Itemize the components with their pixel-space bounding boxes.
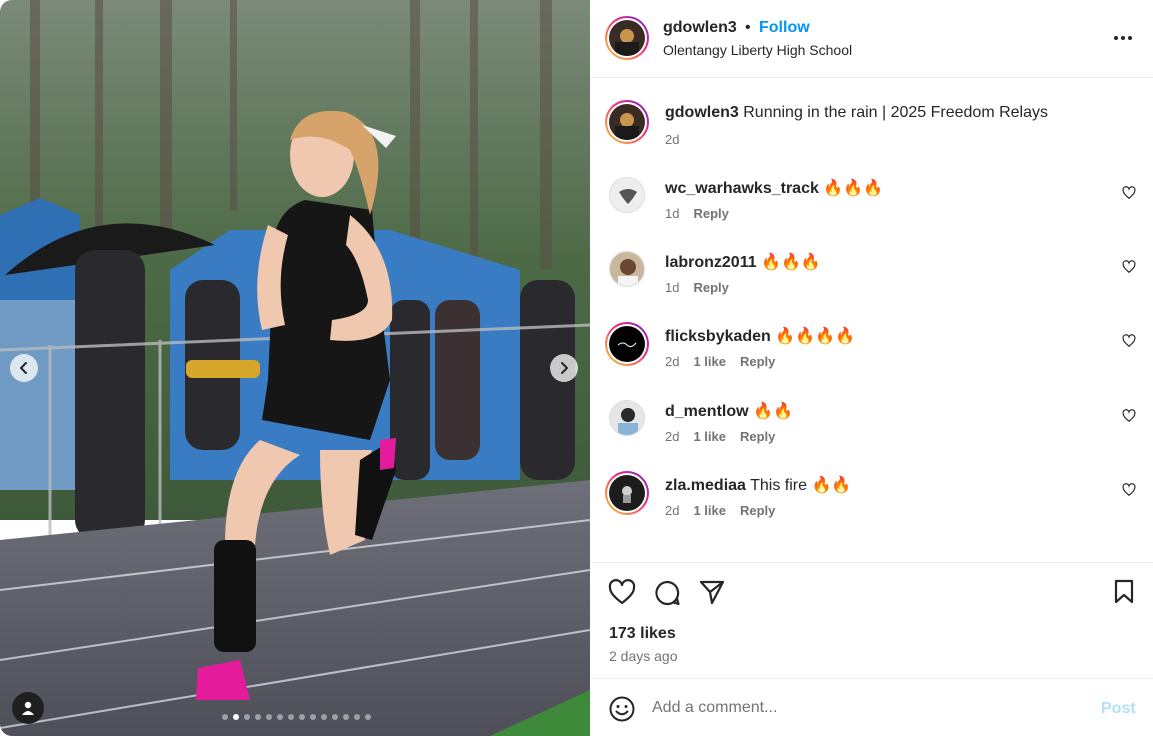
reply-button[interactable]: Reply bbox=[740, 503, 775, 518]
comment-avatar[interactable] bbox=[605, 471, 649, 515]
comment-likes-count[interactable]: 1 like bbox=[693, 503, 726, 518]
caption-body: Running in the rain | 2025 Freedom Relay… bbox=[743, 104, 1049, 121]
carousel-dot bbox=[354, 714, 360, 720]
track-runner-photo bbox=[0, 0, 590, 736]
comment-body: 🔥🔥🔥🔥 bbox=[775, 328, 855, 345]
comment-like-icon[interactable] bbox=[1122, 483, 1136, 497]
comment-body: This fire 🔥🔥 bbox=[750, 477, 852, 494]
comment-like-icon[interactable] bbox=[1122, 186, 1136, 200]
comment-row: labronz2011 🔥🔥🔥 1d Reply bbox=[590, 248, 1153, 318]
carousel-indicator bbox=[222, 714, 371, 720]
chevron-right-icon bbox=[561, 362, 568, 374]
user-icon bbox=[22, 701, 34, 715]
carousel-next-button[interactable] bbox=[550, 354, 578, 382]
post-details-panel: gdowlen3 • Follow Olentangy Liberty High… bbox=[590, 0, 1153, 736]
comment-meta: 2d 1 like Reply bbox=[665, 503, 775, 518]
post-location[interactable]: Olentangy Liberty High School bbox=[663, 42, 852, 58]
comment-time[interactable]: 2d bbox=[665, 503, 679, 518]
more-options-button[interactable] bbox=[1111, 28, 1135, 48]
comment-meta: 2d 1 like Reply bbox=[665, 354, 775, 369]
carousel-dot bbox=[321, 714, 327, 720]
caption-meta: 2d bbox=[665, 132, 679, 147]
comment-text: zla.mediaa This fire 🔥🔥 bbox=[665, 475, 851, 495]
comment-icon[interactable] bbox=[653, 579, 681, 607]
comment-row: wc_warhawks_track 🔥🔥🔥 1d Reply bbox=[590, 174, 1153, 244]
carousel-dot bbox=[266, 714, 272, 720]
caption-username[interactable]: gdowlen3 bbox=[665, 104, 739, 121]
follow-button[interactable]: Follow bbox=[759, 19, 810, 37]
caption-text: gdowlen3 Running in the rain | 2025 Free… bbox=[665, 104, 1048, 122]
comment-composer: Post bbox=[590, 678, 1153, 736]
comment-body: 🔥🔥 bbox=[753, 403, 793, 420]
comment-username[interactable]: d_mentlow bbox=[665, 403, 749, 420]
more-horizontal-icon bbox=[1114, 36, 1118, 40]
caption-avatar[interactable] bbox=[605, 100, 649, 144]
comment-username[interactable]: zla.mediaa bbox=[665, 477, 746, 494]
comment-row: flicksbykaden 🔥🔥🔥🔥 2d 1 like Reply bbox=[590, 322, 1153, 392]
comment-time[interactable]: 1d bbox=[665, 206, 679, 221]
carousel-dot bbox=[310, 714, 316, 720]
author-username[interactable]: gdowlen3 bbox=[663, 19, 737, 37]
bookmark-icon[interactable] bbox=[1113, 579, 1135, 605]
reply-button[interactable]: Reply bbox=[740, 354, 775, 369]
comment-avatar[interactable] bbox=[609, 400, 645, 436]
comment-avatar[interactable] bbox=[609, 177, 645, 213]
like-icon[interactable] bbox=[608, 579, 636, 605]
comment-like-icon[interactable] bbox=[1122, 334, 1136, 348]
comment-like-icon[interactable] bbox=[1122, 260, 1136, 274]
comment-text: flicksbykaden 🔥🔥🔥🔥 bbox=[665, 326, 855, 346]
caption-row: gdowlen3 Running in the rain | 2025 Free… bbox=[590, 100, 1153, 170]
comment-meta: 2d 1 like Reply bbox=[665, 429, 775, 444]
comment-text: labronz2011 🔥🔥🔥 bbox=[665, 252, 821, 272]
reply-button[interactable]: Reply bbox=[740, 429, 775, 444]
comment-time[interactable]: 2d bbox=[665, 429, 679, 444]
comment-avatar[interactable] bbox=[605, 322, 649, 366]
reply-button[interactable]: Reply bbox=[693, 206, 728, 221]
comment-likes-count[interactable]: 1 like bbox=[693, 429, 726, 444]
comment-username[interactable]: flicksbykaden bbox=[665, 328, 771, 345]
comment-body: 🔥🔥🔥 bbox=[823, 180, 884, 197]
carousel-dot bbox=[365, 714, 371, 720]
carousel-dot bbox=[233, 714, 239, 720]
tagged-users-button[interactable] bbox=[12, 692, 44, 724]
comment-text: wc_warhawks_track 🔥🔥🔥 bbox=[665, 178, 883, 198]
comment-row: zla.mediaa This fire 🔥🔥 2d 1 like Reply bbox=[590, 471, 1153, 541]
comment-time[interactable]: 1d bbox=[665, 280, 679, 295]
post-comment-button[interactable]: Post bbox=[1101, 700, 1136, 718]
carousel-dot bbox=[299, 714, 305, 720]
caption-time[interactable]: 2d bbox=[665, 132, 679, 147]
post-header: gdowlen3 • Follow Olentangy Liberty High… bbox=[590, 0, 1153, 78]
comment-username[interactable]: wc_warhawks_track bbox=[665, 180, 819, 197]
author-avatar[interactable] bbox=[605, 16, 649, 60]
comment-likes-count[interactable]: 1 like bbox=[693, 354, 726, 369]
chevron-left-icon bbox=[20, 362, 27, 374]
likes-count[interactable]: 173 likes bbox=[609, 625, 676, 643]
comment-meta: 1d Reply bbox=[665, 280, 729, 295]
share-icon[interactable] bbox=[698, 579, 726, 605]
comment-text: d_mentlow 🔥🔥 bbox=[665, 401, 793, 421]
carousel-dot bbox=[277, 714, 283, 720]
carousel-dot bbox=[332, 714, 338, 720]
post-timestamp[interactable]: 2 days ago bbox=[609, 648, 678, 664]
comment-input[interactable] bbox=[652, 693, 1082, 723]
carousel-dot bbox=[222, 714, 228, 720]
post-photo[interactable] bbox=[0, 0, 590, 736]
comment-body: 🔥🔥🔥 bbox=[761, 254, 821, 271]
carousel-dot bbox=[288, 714, 294, 720]
comment-time[interactable]: 2d bbox=[665, 354, 679, 369]
carousel-dot bbox=[343, 714, 349, 720]
carousel-dot bbox=[255, 714, 261, 720]
carousel-prev-button[interactable] bbox=[10, 354, 38, 382]
separator-dot: • bbox=[745, 19, 751, 36]
post-actions: 173 likes 2 days ago bbox=[590, 562, 1153, 678]
comment-meta: 1d Reply bbox=[665, 206, 729, 221]
comment-row: d_mentlow 🔥🔥 2d 1 like Reply bbox=[590, 397, 1153, 467]
comment-username[interactable]: labronz2011 bbox=[665, 254, 757, 271]
reply-button[interactable]: Reply bbox=[693, 280, 728, 295]
comment-like-icon[interactable] bbox=[1122, 409, 1136, 423]
comment-avatar[interactable] bbox=[609, 251, 645, 287]
emoji-icon[interactable] bbox=[609, 696, 635, 722]
carousel-dot bbox=[244, 714, 250, 720]
